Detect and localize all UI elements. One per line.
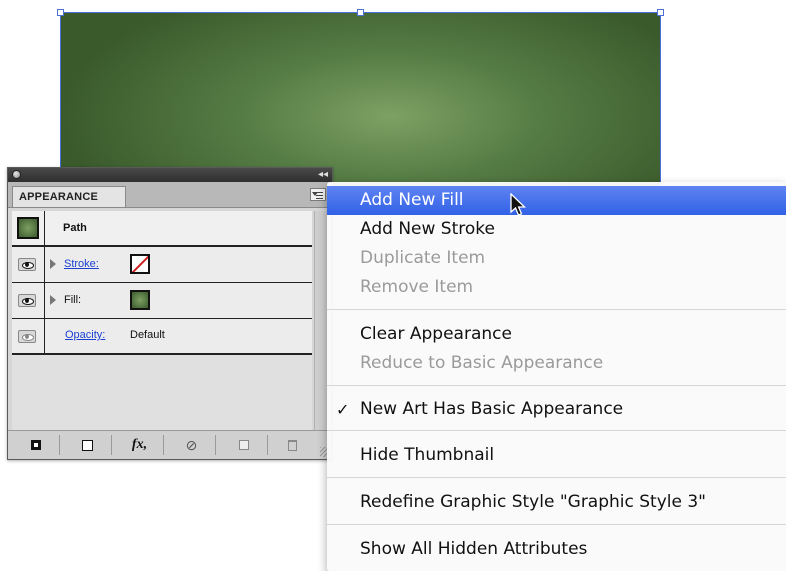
clear-appearance-button[interactable]: ⊘ xyxy=(168,435,216,455)
eye-column xyxy=(12,211,45,245)
fill-label: Fill: xyxy=(64,294,82,306)
menu-item-label: Add New Fill xyxy=(360,190,464,210)
menu-item-label: Show All Hidden Attributes xyxy=(360,539,588,559)
collapse-icon[interactable]: ◂◂ xyxy=(318,168,328,182)
appearance-list: Path Stroke: Fill: Opacity: Default xyxy=(12,211,312,431)
appearance-panel: ◂◂ APPEARANCE Path Stroke: Fill: Opacity… xyxy=(7,167,333,460)
menu-item-label: Remove Item xyxy=(360,277,474,297)
duplicate-icon xyxy=(238,440,249,450)
menu-item-label: Add New Stroke xyxy=(360,219,495,239)
menu-item-remove-item: Remove Item xyxy=(327,273,786,302)
fx-icon: fx, xyxy=(131,437,148,452)
menu-item-hide-thumbnail[interactable]: Hide Thumbnail xyxy=(327,441,786,470)
path-thumbnail xyxy=(17,217,39,239)
menu-item-redefine-graphic-style[interactable]: Redefine Graphic Style "Graphic Style 3" xyxy=(327,488,786,517)
close-icon[interactable] xyxy=(12,170,21,179)
eye-column xyxy=(12,319,45,353)
panel-bottom-toolbar: fx, ⊘ xyxy=(8,430,332,459)
stroke-none-swatch[interactable] xyxy=(130,254,150,274)
selection-handle-top-left[interactable] xyxy=(57,9,64,16)
trash-icon xyxy=(287,439,297,451)
panel-menu-icon[interactable] xyxy=(310,188,326,201)
add-stroke-icon xyxy=(30,440,41,450)
opacity-row[interactable]: Opacity: Default xyxy=(12,319,312,355)
menu-item-clear-appearance[interactable]: Clear Appearance xyxy=(327,320,786,349)
add-fill-icon xyxy=(82,439,93,451)
add-effect-button[interactable]: fx, xyxy=(116,435,164,455)
panel-scrollbar[interactable] xyxy=(314,211,327,431)
eye-icon[interactable] xyxy=(18,258,36,271)
menu-item-label: New Art Has Basic Appearance xyxy=(360,399,624,419)
add-new-fill-button[interactable] xyxy=(64,435,112,455)
selection-handle-top-center[interactable] xyxy=(357,9,364,16)
duplicate-item-button[interactable] xyxy=(220,435,268,455)
disclosure-triangle-icon[interactable] xyxy=(50,295,56,305)
panel-titlebar[interactable]: ◂◂ xyxy=(8,168,332,182)
menu-item-new-art-has-basic-appearance[interactable]: ✓ New Art Has Basic Appearance xyxy=(327,395,786,424)
tab-appearance[interactable]: APPEARANCE xyxy=(12,186,126,207)
add-new-stroke-button[interactable] xyxy=(12,435,60,455)
opacity-link[interactable]: Opacity: xyxy=(65,329,105,341)
mouse-pointer-icon xyxy=(510,193,527,216)
menu-item-label: Redefine Graphic Style "Graphic Style 3" xyxy=(360,492,707,512)
menu-separator xyxy=(327,524,786,525)
menu-separator xyxy=(327,309,786,310)
disclosure-triangle-icon[interactable] xyxy=(50,259,56,269)
menu-item-duplicate-item: Duplicate Item xyxy=(327,244,786,273)
fill-row[interactable]: Fill: xyxy=(12,283,312,319)
menu-item-reduce-to-basic-appearance: Reduce to Basic Appearance xyxy=(327,349,786,378)
clear-icon: ⊘ xyxy=(185,436,198,453)
panel-tabbar: APPEARANCE xyxy=(8,182,332,208)
delete-item-button[interactable] xyxy=(272,435,312,455)
opacity-value: Default xyxy=(130,329,165,341)
menu-item-label: Reduce to Basic Appearance xyxy=(360,353,604,373)
stroke-link[interactable]: Stroke: xyxy=(64,258,99,270)
appearance-panel-menu: Add New Fill Add New Stroke Duplicate It… xyxy=(327,182,786,571)
menu-item-label: Hide Thumbnail xyxy=(360,445,495,465)
eye-column xyxy=(12,247,45,282)
menu-item-add-new-fill[interactable]: Add New Fill xyxy=(327,186,786,215)
eye-column xyxy=(12,283,45,318)
menu-item-label: Clear Appearance xyxy=(360,324,512,344)
path-label: Path xyxy=(63,222,87,234)
menu-separator xyxy=(327,430,786,431)
menu-separator xyxy=(327,385,786,386)
menu-item-add-new-stroke[interactable]: Add New Stroke xyxy=(327,215,786,244)
checkmark-icon: ✓ xyxy=(336,400,350,419)
eye-icon xyxy=(18,330,36,343)
menu-item-label: Duplicate Item xyxy=(360,248,486,268)
stroke-row[interactable]: Stroke: xyxy=(12,247,312,283)
menu-separator xyxy=(327,477,786,478)
menu-item-show-all-hidden-attributes[interactable]: Show All Hidden Attributes xyxy=(327,535,786,564)
fill-swatch[interactable] xyxy=(130,290,150,310)
eye-icon[interactable] xyxy=(18,294,36,307)
selection-handle-top-right[interactable] xyxy=(657,9,664,16)
path-row[interactable]: Path xyxy=(12,211,312,247)
